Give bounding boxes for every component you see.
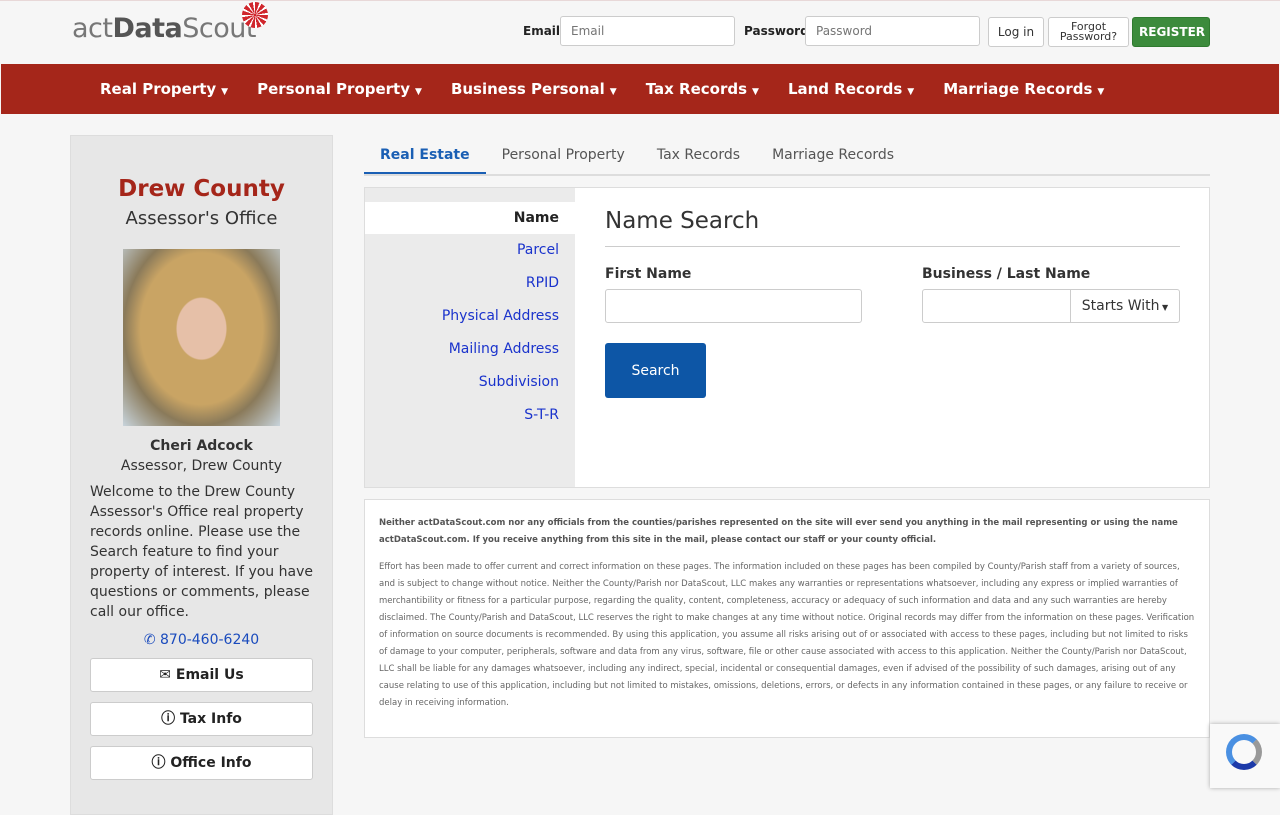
office-info-button[interactable]: ⓘ Office Info: [90, 746, 313, 780]
info-icon: ⓘ: [151, 755, 171, 771]
nav-label: Business Personal: [450, 80, 605, 98]
top-header: actDataScout Email Password Log in Forgo…: [0, 0, 1280, 62]
envelope-icon: ✉: [159, 667, 176, 683]
button-label: Tax Info: [179, 711, 242, 727]
logo-star-icon: [242, 2, 268, 28]
sidebar: Drew County Assessor's Office Cheri Adco…: [70, 135, 333, 815]
search-button[interactable]: Search: [605, 343, 706, 398]
login-button[interactable]: Log in: [988, 17, 1044, 47]
email-label: Email: [523, 24, 561, 38]
search-type-physical-address[interactable]: Physical Address: [365, 300, 575, 333]
match-mode-dropdown[interactable]: Starts With ▼: [1070, 289, 1180, 323]
caret-down-icon: ▼: [752, 87, 759, 97]
email-input[interactable]: [560, 16, 735, 46]
disclaimer: Neither actDataScout.com nor any officia…: [364, 499, 1210, 738]
search-title: Name Search: [605, 208, 1180, 247]
tab-tax-records[interactable]: Tax Records: [641, 135, 756, 174]
search-type-mailing-address[interactable]: Mailing Address: [365, 333, 575, 366]
tax-info-button[interactable]: ⓘ Tax Info: [90, 702, 313, 736]
county-name: Drew County: [118, 176, 285, 202]
caret-down-icon: ▼: [907, 87, 915, 97]
tab-marriage-records[interactable]: Marriage Records: [756, 135, 910, 174]
nav-land-records[interactable]: Land Records ▼: [788, 64, 914, 114]
password-input[interactable]: [805, 16, 980, 46]
search-type-subdivision[interactable]: Subdivision: [365, 366, 575, 399]
nav-tax-records[interactable]: Tax Records ▼: [646, 64, 759, 114]
nav-label: Personal Property: [257, 80, 411, 98]
forgot-password-button[interactable]: Forgot Password?: [1048, 17, 1129, 47]
search-type-rpid[interactable]: RPID: [365, 267, 575, 300]
mail-notice: Neither actDataScout.com nor any officia…: [379, 518, 1178, 545]
caret-down-icon: ▼: [1159, 303, 1169, 312]
nav-label: Marriage Records: [943, 80, 1093, 98]
caret-down-icon: ▼: [415, 87, 422, 97]
first-name-label: First Name: [605, 266, 692, 282]
nav-business-personal[interactable]: Business Personal ▼: [451, 64, 617, 114]
search-type-str[interactable]: S-T-R: [365, 399, 575, 432]
nav-real-property[interactable]: Real Property ▼: [100, 64, 228, 114]
button-label: Office Info: [170, 755, 252, 771]
nav-label: Land Records: [787, 80, 903, 98]
caret-down-icon: ▼: [1097, 87, 1105, 97]
last-name-input[interactable]: [922, 289, 1071, 323]
search-type-parcel[interactable]: Parcel: [365, 234, 575, 267]
main-nav: Real Property ▼ Personal Property ▼ Busine…: [1, 64, 1279, 114]
password-label: Password: [744, 24, 809, 38]
logo[interactable]: actDataScout: [72, 2, 268, 44]
welcome-text: Welcome to the Drew County Assessor's Of…: [90, 484, 313, 620]
nav-label: Tax Records: [645, 80, 748, 98]
match-mode-value: Starts With: [1081, 298, 1160, 314]
phone-icon: ✆: [143, 632, 160, 648]
disclaimer-text: Effort has been made to offer current an…: [379, 562, 1195, 708]
search-type-name[interactable]: Name: [365, 202, 575, 234]
nav-marriage-records[interactable]: Marriage Records ▼: [943, 64, 1104, 114]
record-tabs: Real Estate Personal Property Tax Record…: [364, 135, 1210, 176]
search-panel: Name Parcel RPID Physical Address Mailin…: [364, 187, 1210, 488]
assessor-title: Assessor, Drew County: [120, 458, 283, 474]
logo-text-bold: Data: [112, 13, 183, 44]
search-type-nav: Name Parcel RPID Physical Address Mailin…: [365, 188, 575, 487]
recaptcha-badge[interactable]: [1210, 724, 1280, 788]
logo-text: act: [72, 13, 113, 44]
nav-personal-property[interactable]: Personal Property ▼: [257, 64, 422, 114]
register-button[interactable]: REGISTER: [1132, 17, 1210, 47]
office-name: Assessor's Office: [125, 208, 278, 229]
email-us-button[interactable]: ✉ Email Us: [90, 658, 313, 692]
caret-down-icon: ▼: [609, 87, 617, 97]
assessor-photo: [123, 249, 280, 426]
info-icon: ⓘ: [161, 711, 180, 727]
recaptcha-icon: [1226, 734, 1262, 770]
button-label: Email Us: [175, 667, 244, 683]
caret-down-icon: ▼: [221, 87, 229, 97]
tab-real-estate[interactable]: Real Estate: [364, 135, 486, 174]
assessor-name: Cheri Adcock: [150, 438, 253, 454]
phone-number: 870-460-6240: [160, 632, 260, 648]
last-name-label: Business / Last Name: [922, 266, 1091, 282]
nav-label: Real Property: [100, 80, 217, 98]
phone-link[interactable]: ✆ 870-460-6240: [71, 632, 332, 648]
first-name-input[interactable]: [605, 289, 862, 323]
tab-personal-property[interactable]: Personal Property: [486, 135, 641, 174]
